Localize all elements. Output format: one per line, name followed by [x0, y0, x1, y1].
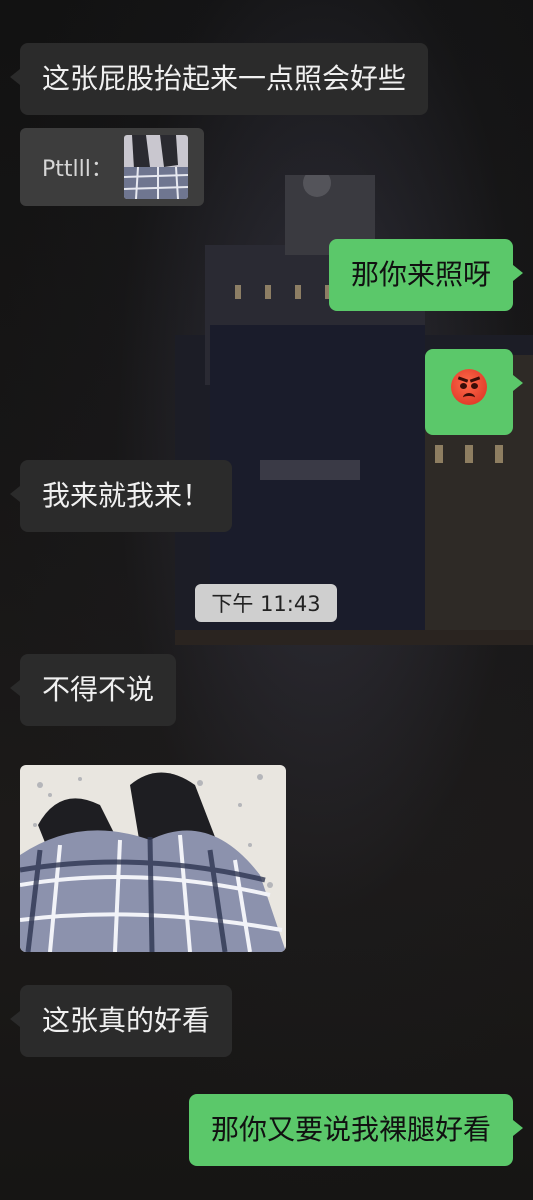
photo-message[interactable]	[20, 765, 286, 952]
message-bubble-outgoing[interactable]: 那你来照呀	[328, 239, 524, 311]
message-row: 那你来照呀	[328, 239, 524, 311]
message-bubble-incoming[interactable]: 这张屁股抬起来一点照会好些	[9, 43, 429, 115]
message-bubble-outgoing-emoji[interactable]	[425, 349, 523, 435]
quote-author: Pttlll：	[42, 157, 113, 182]
angry-face-icon	[451, 369, 487, 405]
message-bubble-incoming[interactable]: 这张真的好看	[9, 985, 233, 1057]
message-row	[425, 349, 523, 435]
message-row: 不得不说	[9, 654, 177, 726]
message-row: 这张屁股抬起来一点照会好些	[9, 43, 429, 115]
message-bubble-incoming[interactable]: 我来就我来！	[9, 460, 233, 532]
timestamp-badge: 下午 11:43	[195, 584, 337, 622]
quote-thumbnail-image[interactable]	[124, 135, 188, 199]
quoted-message[interactable]: Pttlll：	[20, 128, 204, 206]
message-row: 我来就我来！	[9, 460, 233, 532]
message-row: 这张真的好看	[9, 985, 233, 1057]
message-bubble-outgoing[interactable]: 那你又要说我裸腿好看	[188, 1094, 524, 1166]
message-bubble-incoming[interactable]: 不得不说	[9, 654, 177, 726]
message-row: 那你又要说我裸腿好看	[188, 1094, 524, 1166]
